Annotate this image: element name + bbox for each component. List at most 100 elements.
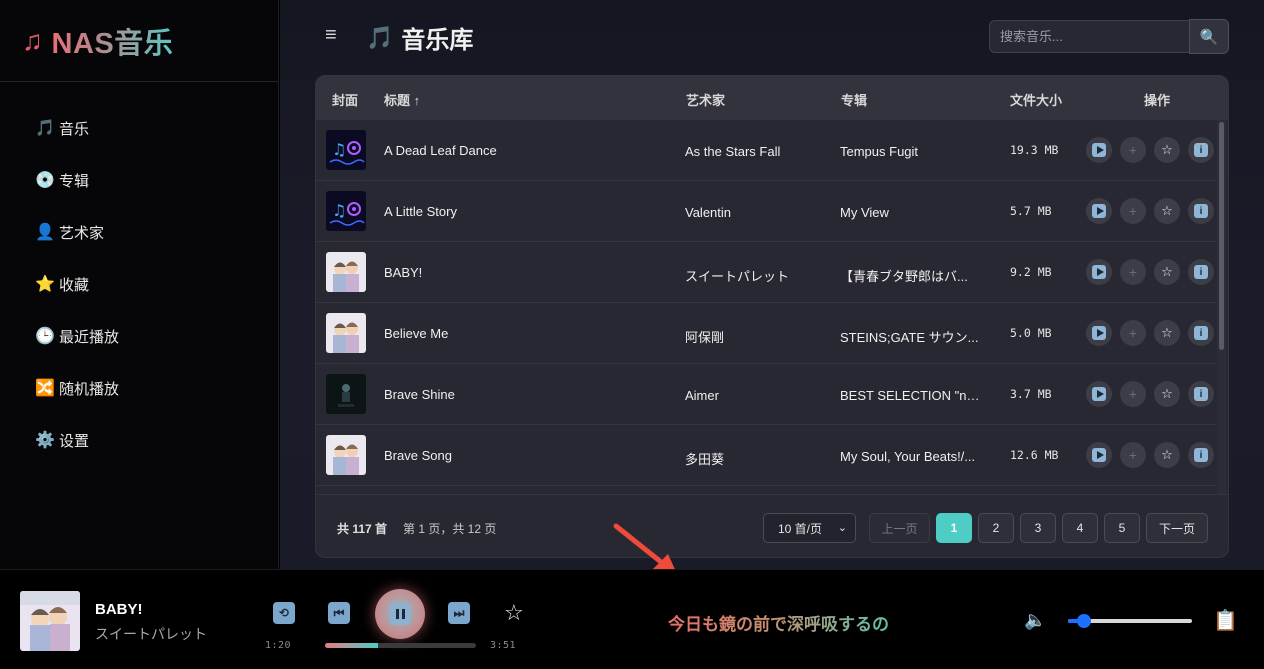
row-actions: + ☆ i (1086, 442, 1214, 468)
page-button-2[interactable]: 2 (978, 513, 1014, 543)
favorite-button[interactable]: ☆ (1154, 259, 1180, 285)
column-header-title[interactable]: 标题 ↑ (384, 90, 420, 109)
favorite-button[interactable]: ☆ (1154, 137, 1180, 163)
now-playing-cover[interactable] (20, 591, 80, 651)
search-input[interactable] (989, 20, 1190, 53)
page-title: 🎵 音乐库 (366, 20, 473, 55)
menu-icon[interactable]: ≡ (325, 24, 337, 47)
add-to-playlist-button[interactable]: + (1120, 320, 1146, 346)
play-button[interactable] (1086, 198, 1112, 224)
sidebar-item-albums[interactable]: 💿 专辑 (0, 154, 278, 206)
play-button[interactable] (1086, 320, 1112, 346)
info-button[interactable]: i (1188, 137, 1214, 163)
progress-bar[interactable] (325, 643, 476, 648)
play-button[interactable] (1086, 442, 1112, 468)
table-row[interactable]: Brave Shine Aimer BEST SELECTION "noir" 3.7… (316, 364, 1216, 425)
table-row[interactable]: ♫ A Dead Leaf Dance As the Stars Fall Tempu… (316, 120, 1216, 181)
add-to-playlist-button[interactable]: + (1120, 259, 1146, 285)
info-button[interactable]: i (1188, 381, 1214, 407)
info-button[interactable]: i (1188, 259, 1214, 285)
pagination-bar: 共 117 首 第 1 页，共 12 页 10 首/页 ⌄ 上一页 1 2 3 … (316, 494, 1228, 557)
sidebar-item-settings[interactable]: ⚙️ 设置 (0, 414, 278, 466)
table-row[interactable]: Believe Me 阿保剛 STEINS;GATE サウン... 5.0 MB + ☆ i (316, 303, 1216, 364)
track-album: BEST SELECTION "noir" (840, 388, 980, 403)
page-button-1[interactable]: 1 (936, 513, 972, 543)
page-button-5[interactable]: 5 (1104, 513, 1140, 543)
next-page-button[interactable]: 下一页 (1146, 513, 1208, 543)
sidebar-nav: 🎵 音乐 💿 专辑 👤 艺术家 ⭐ 收藏 🕒 最近播放 🔀 随机播放 ⚙️ 设置 (0, 82, 278, 466)
album-cover: ♫ (326, 191, 366, 231)
page-title-text: 音乐库 (401, 27, 474, 54)
next-track-button[interactable]: ⏭ (448, 602, 470, 624)
add-icon: + (1128, 325, 1138, 341)
favorite-button[interactable]: ☆ (1154, 381, 1180, 407)
star-icon: ☆ (1161, 325, 1173, 340)
sidebar-item-shuffle[interactable]: 🔀 随机播放 (0, 362, 278, 414)
add-to-playlist-button[interactable]: + (1120, 442, 1146, 468)
track-size: 9.2 MB (1010, 265, 1052, 279)
music-icon: 🎵 (35, 120, 55, 137)
track-title: BABY! (384, 265, 423, 280)
favorite-button[interactable]: ☆ (1154, 442, 1180, 468)
info-button[interactable]: i (1188, 320, 1214, 346)
app-logo[interactable]: ♫ NAS音乐 (0, 0, 278, 82)
page-button-4[interactable]: 4 (1062, 513, 1098, 543)
player-bar: BABY! スイートパレット ⟲ ⏮ ⏭ ☆ 1:20 3:51 今日も鏡の前で… (0, 569, 1264, 669)
page-button-3[interactable]: 3 (1020, 513, 1056, 543)
total-time: 3:51 (490, 640, 517, 651)
playlist-icon[interactable]: 📋 (1213, 608, 1238, 633)
play-button[interactable] (1086, 259, 1112, 285)
previous-track-button[interactable]: ⏮ (328, 602, 350, 624)
track-album: My Soul, Your Beats!/... (840, 449, 976, 464)
prev-page-button[interactable]: 上一页 (869, 513, 930, 543)
column-header-album[interactable]: 专辑 (841, 90, 867, 109)
skip-forward-icon: ⏭ (448, 602, 470, 624)
sidebar-item-artists[interactable]: 👤 艺术家 (0, 206, 278, 258)
info-glyph: i (1199, 327, 1203, 339)
play-icon (1092, 326, 1106, 340)
table-row[interactable]: BABY! スイートパレット 【青春ブタ野郎はバ... 9.2 MB + ☆ i (316, 242, 1216, 303)
info-icon: i (1194, 265, 1208, 279)
play-icon (1092, 143, 1106, 157)
track-artist: Valentin (685, 205, 732, 220)
info-icon: i (1194, 387, 1208, 401)
main-content: ≡ 🎵 音乐库 🔍 封面 标题 ↑ 艺术家 专辑 文件大小 操作 ♫ A Dead… (280, 0, 1264, 569)
column-header-size[interactable]: 文件大小 (1010, 90, 1062, 109)
chevron-down-icon: ⌄ (837, 522, 847, 534)
sidebar-item-recent[interactable]: 🕒 最近播放 (0, 310, 278, 362)
table-row[interactable]: ♫ A Little Story Valentin My View 5.7 MB + ☆ i (316, 181, 1216, 242)
track-artist: 多田葵 (685, 452, 725, 467)
search-button[interactable]: 🔍 (1189, 19, 1229, 54)
current-time: 1:20 (265, 640, 292, 651)
sidebar-item-music[interactable]: 🎵 音乐 (0, 102, 278, 154)
column-header-artist[interactable]: 艺术家 (686, 90, 725, 109)
info-button[interactable]: i (1188, 198, 1214, 224)
track-size: 5.0 MB (1010, 326, 1052, 340)
volume-slider[interactable] (1068, 614, 1192, 628)
add-to-playlist-button[interactable]: + (1120, 137, 1146, 163)
skip-back-icon: ⏮ (328, 602, 350, 624)
play-button[interactable] (1086, 137, 1112, 163)
per-page-select[interactable]: 10 首/页 ⌄ (763, 513, 856, 543)
favorite-button[interactable]: ☆ (1154, 198, 1180, 224)
add-to-playlist-button[interactable]: + (1120, 381, 1146, 407)
sidebar-item-favorites[interactable]: ⭐ 收藏 (0, 258, 278, 310)
search-icon: 🔍 (1199, 28, 1219, 46)
info-icon: i (1194, 143, 1208, 157)
volume-knob[interactable] (1077, 614, 1091, 628)
info-button[interactable]: i (1188, 442, 1214, 468)
track-size: 5.7 MB (1010, 204, 1052, 218)
track-album: My View (840, 205, 889, 220)
info-glyph: i (1199, 449, 1203, 461)
pause-button[interactable] (375, 589, 425, 639)
favorite-button[interactable]: ☆ (1154, 320, 1180, 346)
table-row[interactable]: Brave Song 多田葵 My Soul, Your Beats!/... 12.… (316, 425, 1216, 486)
add-to-playlist-button[interactable]: + (1120, 198, 1146, 224)
favorite-button[interactable]: ☆ (504, 600, 524, 626)
track-title: Brave Song (384, 448, 452, 463)
volume-icon[interactable]: 🔈 (1024, 610, 1046, 631)
play-button[interactable] (1086, 381, 1112, 407)
disc-icon: 💿 (35, 172, 55, 189)
star-icon: ☆ (1161, 447, 1173, 462)
repeat-button[interactable]: ⟲ (273, 602, 295, 624)
